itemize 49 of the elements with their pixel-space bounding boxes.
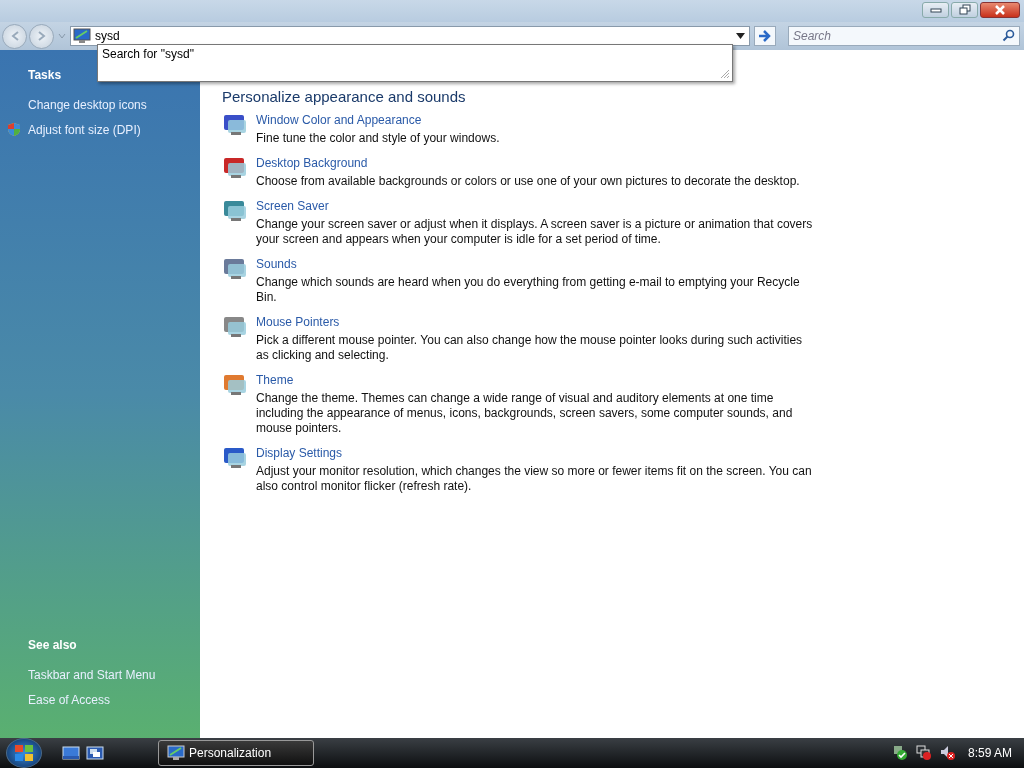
windows-icon[interactable]: [86, 746, 104, 760]
search-icon: [1002, 29, 1015, 42]
search-field[interactable]: Search: [788, 26, 1020, 46]
minimize-button[interactable]: [922, 2, 949, 18]
setting-description: Fine tune the color and style of your windows.: [256, 131, 501, 146]
start-button[interactable]: [6, 738, 42, 768]
setting-description: Adjust your monitor resolution, which changes the view so more or fewer items fit on the screen. You can also control monitor flicker (refresh rate).: [256, 464, 813, 494]
shield-icon: [7, 122, 21, 137]
setting-link[interactable]: Theme: [256, 373, 294, 387]
settings-icon: [222, 257, 248, 281]
restore-button[interactable]: [951, 2, 978, 18]
settings-icon: [222, 156, 248, 180]
suggestion-item[interactable]: Search for "sysd": [98, 45, 198, 63]
monitor-icon: [167, 745, 185, 761]
restore-icon: [957, 4, 972, 16]
arrow-icon: [758, 30, 772, 42]
resize-grip-icon[interactable]: [720, 69, 730, 79]
settings-icon: [222, 446, 248, 470]
setting-description: Choose from available backgrounds or colors or use one of your own pictures to decorate the desktop.: [256, 174, 801, 189]
go-button[interactable]: [754, 26, 776, 46]
setting-description: Change which sounds are heard when you do everything from getting e-mail to emptying your Recycle Bin.: [256, 275, 801, 305]
clock[interactable]: 8:59 AM: [967, 746, 1012, 760]
minimize-icon: [928, 6, 943, 14]
setting-link[interactable]: Window Color and Appearance: [256, 113, 422, 127]
setting-link[interactable]: Mouse Pointers: [256, 315, 340, 329]
setting-description: Change your screen saver or adjust when it displays. A screen saver is a picture or animation that covers your screen and appears when your computer is idle for a set period of time.: [256, 217, 814, 247]
settings-icon: [222, 113, 248, 137]
close-icon: [993, 4, 1007, 16]
setting-link[interactable]: Desktop Background: [256, 156, 368, 170]
settings-icon: [222, 199, 248, 223]
setting-link[interactable]: Screen Saver: [256, 199, 329, 213]
setting-link[interactable]: Sounds: [256, 257, 297, 271]
see-also-heading: See also: [27, 638, 78, 652]
setting-description: Pick a different mouse pointer. You can also change how the mouse pointer looks during such activities as clicking and selecting.: [256, 333, 804, 363]
settings-icon: [222, 373, 248, 397]
tasks-heading: Tasks: [27, 68, 63, 82]
setting-description: Change the theme. Themes can change a wide range of visual and auditory elements at one time including the appearance of menus, icons, backgrounds, screen savers, some computer sounds, and mouse pointers.: [256, 391, 794, 436]
close-button[interactable]: [980, 2, 1020, 18]
section-heading: Personalize appearance and sounds: [222, 88, 467, 105]
monitor-icon: [73, 28, 91, 44]
task-link[interactable]: Adjust font size (DPI): [28, 122, 141, 137]
desktop-icon[interactable]: [62, 746, 80, 760]
speaker-muted-icon[interactable]: [939, 745, 956, 761]
setting-link[interactable]: Display Settings: [256, 446, 343, 460]
taskbar-button[interactable]: Personalization: [158, 740, 314, 766]
task-link[interactable]: Change desktop icons: [28, 97, 147, 112]
settings-icon: [222, 315, 248, 339]
network-error-icon[interactable]: [915, 745, 932, 761]
dropdown-caret-icon[interactable]: [736, 33, 745, 39]
